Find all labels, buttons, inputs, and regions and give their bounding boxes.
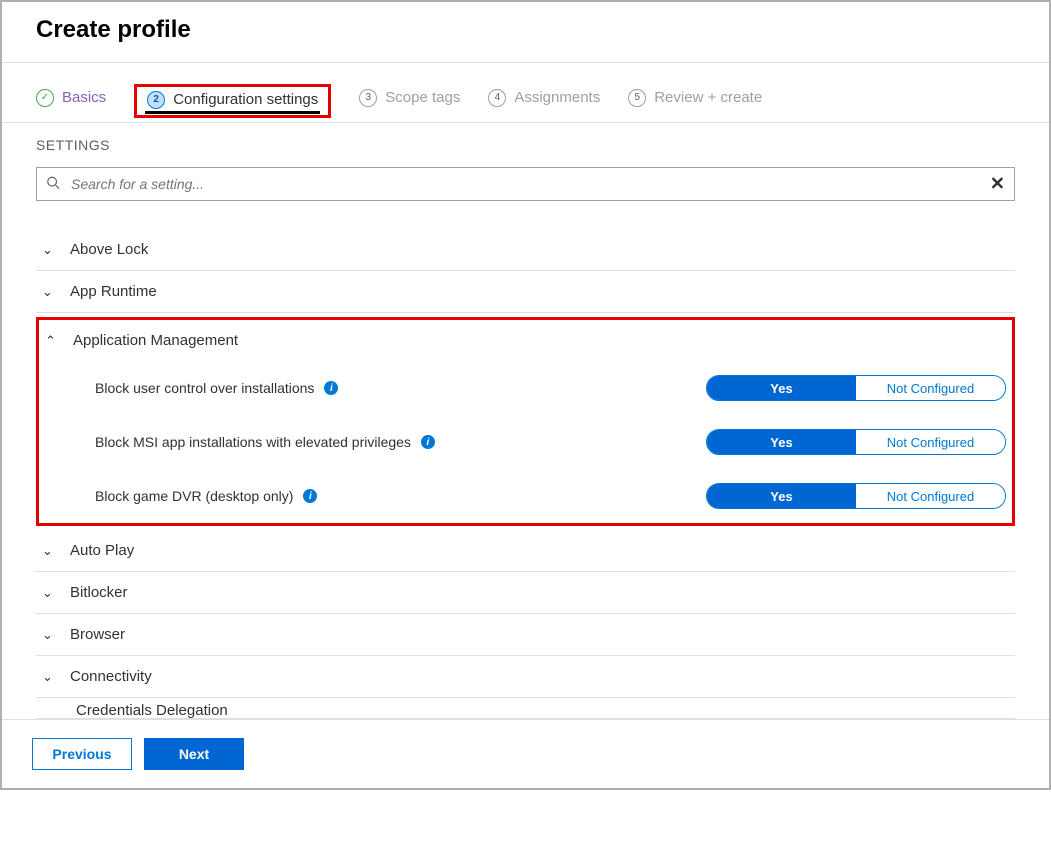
- chevron-down-icon: ⌄: [42, 669, 56, 685]
- chevron-down-icon: ⌄: [42, 627, 56, 643]
- step-number-icon: 5: [628, 89, 646, 107]
- setting-block-msi-elevated: Block MSI app installations with elevate…: [39, 415, 1012, 469]
- info-icon[interactable]: i: [421, 435, 435, 449]
- info-icon[interactable]: i: [324, 381, 338, 395]
- category-label: Bitlocker: [70, 584, 128, 601]
- tab-label: Review + create: [654, 89, 762, 106]
- chevron-down-icon: ⌄: [42, 543, 56, 559]
- tab-scope-tags[interactable]: 3 Scope tags: [359, 89, 460, 119]
- step-number-icon: 3: [359, 89, 377, 107]
- search-icon: [46, 176, 60, 193]
- toggle-not-configured[interactable]: Not Configured: [856, 376, 1005, 400]
- step-number-icon: 4: [488, 89, 506, 107]
- category-application-management-group: ⌃ Application Management Block user cont…: [36, 317, 1015, 526]
- category-above-lock[interactable]: ⌄ Above Lock: [36, 229, 1015, 271]
- tab-label: Basics: [62, 89, 106, 106]
- category-label: Above Lock: [70, 241, 148, 258]
- setting-label: Block user control over installations: [95, 379, 314, 398]
- category-credentials-delegation[interactable]: Credentials Delegation: [36, 698, 1015, 719]
- category-app-runtime[interactable]: ⌄ App Runtime: [36, 271, 1015, 313]
- category-application-management[interactable]: ⌃ Application Management: [39, 320, 1012, 361]
- clear-search-icon[interactable]: ✕: [990, 174, 1005, 195]
- tab-label: Configuration settings: [173, 91, 318, 108]
- setting-label: Block MSI app installations with elevate…: [95, 433, 411, 452]
- toggle-not-configured[interactable]: Not Configured: [856, 484, 1005, 508]
- toggle-yes[interactable]: Yes: [707, 376, 856, 400]
- section-heading-settings: SETTINGS: [2, 123, 1049, 167]
- setting-block-user-control-installations: Block user control over installations i …: [39, 361, 1012, 415]
- wizard-tabs: ✓ Basics 2 Configuration settings 3 Scop…: [2, 63, 1049, 123]
- toggle-block-user-control[interactable]: Yes Not Configured: [706, 375, 1006, 401]
- category-label: Connectivity: [70, 668, 152, 685]
- toggle-yes[interactable]: Yes: [707, 484, 856, 508]
- category-connectivity[interactable]: ⌄ Connectivity: [36, 656, 1015, 698]
- chevron-up-icon: ⌃: [45, 333, 59, 349]
- chevron-down-icon: ⌄: [42, 242, 56, 258]
- setting-label: Block game DVR (desktop only): [95, 487, 293, 506]
- info-icon[interactable]: i: [303, 489, 317, 503]
- tab-label: Assignments: [514, 89, 600, 106]
- toggle-block-msi-elevated[interactable]: Yes Not Configured: [706, 429, 1006, 455]
- category-browser[interactable]: ⌄ Browser: [36, 614, 1015, 656]
- tab-basics[interactable]: ✓ Basics: [36, 89, 106, 119]
- chevron-down-icon: ⌄: [42, 284, 56, 300]
- category-label: Browser: [70, 626, 125, 643]
- check-icon: ✓: [36, 89, 54, 107]
- page-title: Create profile: [36, 16, 1015, 44]
- category-label: Application Management: [73, 332, 238, 349]
- setting-block-game-dvr: Block game DVR (desktop only) i Yes Not …: [39, 469, 1012, 523]
- category-label: Auto Play: [70, 542, 134, 559]
- tab-review-create[interactable]: 5 Review + create: [628, 89, 762, 119]
- previous-button[interactable]: Previous: [32, 738, 132, 770]
- search-input[interactable]: [36, 167, 1015, 201]
- next-button[interactable]: Next: [144, 738, 244, 770]
- step-number-icon: 2: [147, 91, 165, 109]
- toggle-yes[interactable]: Yes: [707, 430, 856, 454]
- toggle-block-game-dvr[interactable]: Yes Not Configured: [706, 483, 1006, 509]
- chevron-down-icon: ⌄: [42, 585, 56, 601]
- category-auto-play[interactable]: ⌄ Auto Play: [36, 530, 1015, 572]
- category-bitlocker[interactable]: ⌄ Bitlocker: [36, 572, 1015, 614]
- category-label: App Runtime: [70, 283, 157, 300]
- tab-configuration-settings[interactable]: 2 Configuration settings: [134, 84, 331, 118]
- tab-assignments[interactable]: 4 Assignments: [488, 89, 600, 119]
- toggle-not-configured[interactable]: Not Configured: [856, 430, 1005, 454]
- tab-label: Scope tags: [385, 89, 460, 106]
